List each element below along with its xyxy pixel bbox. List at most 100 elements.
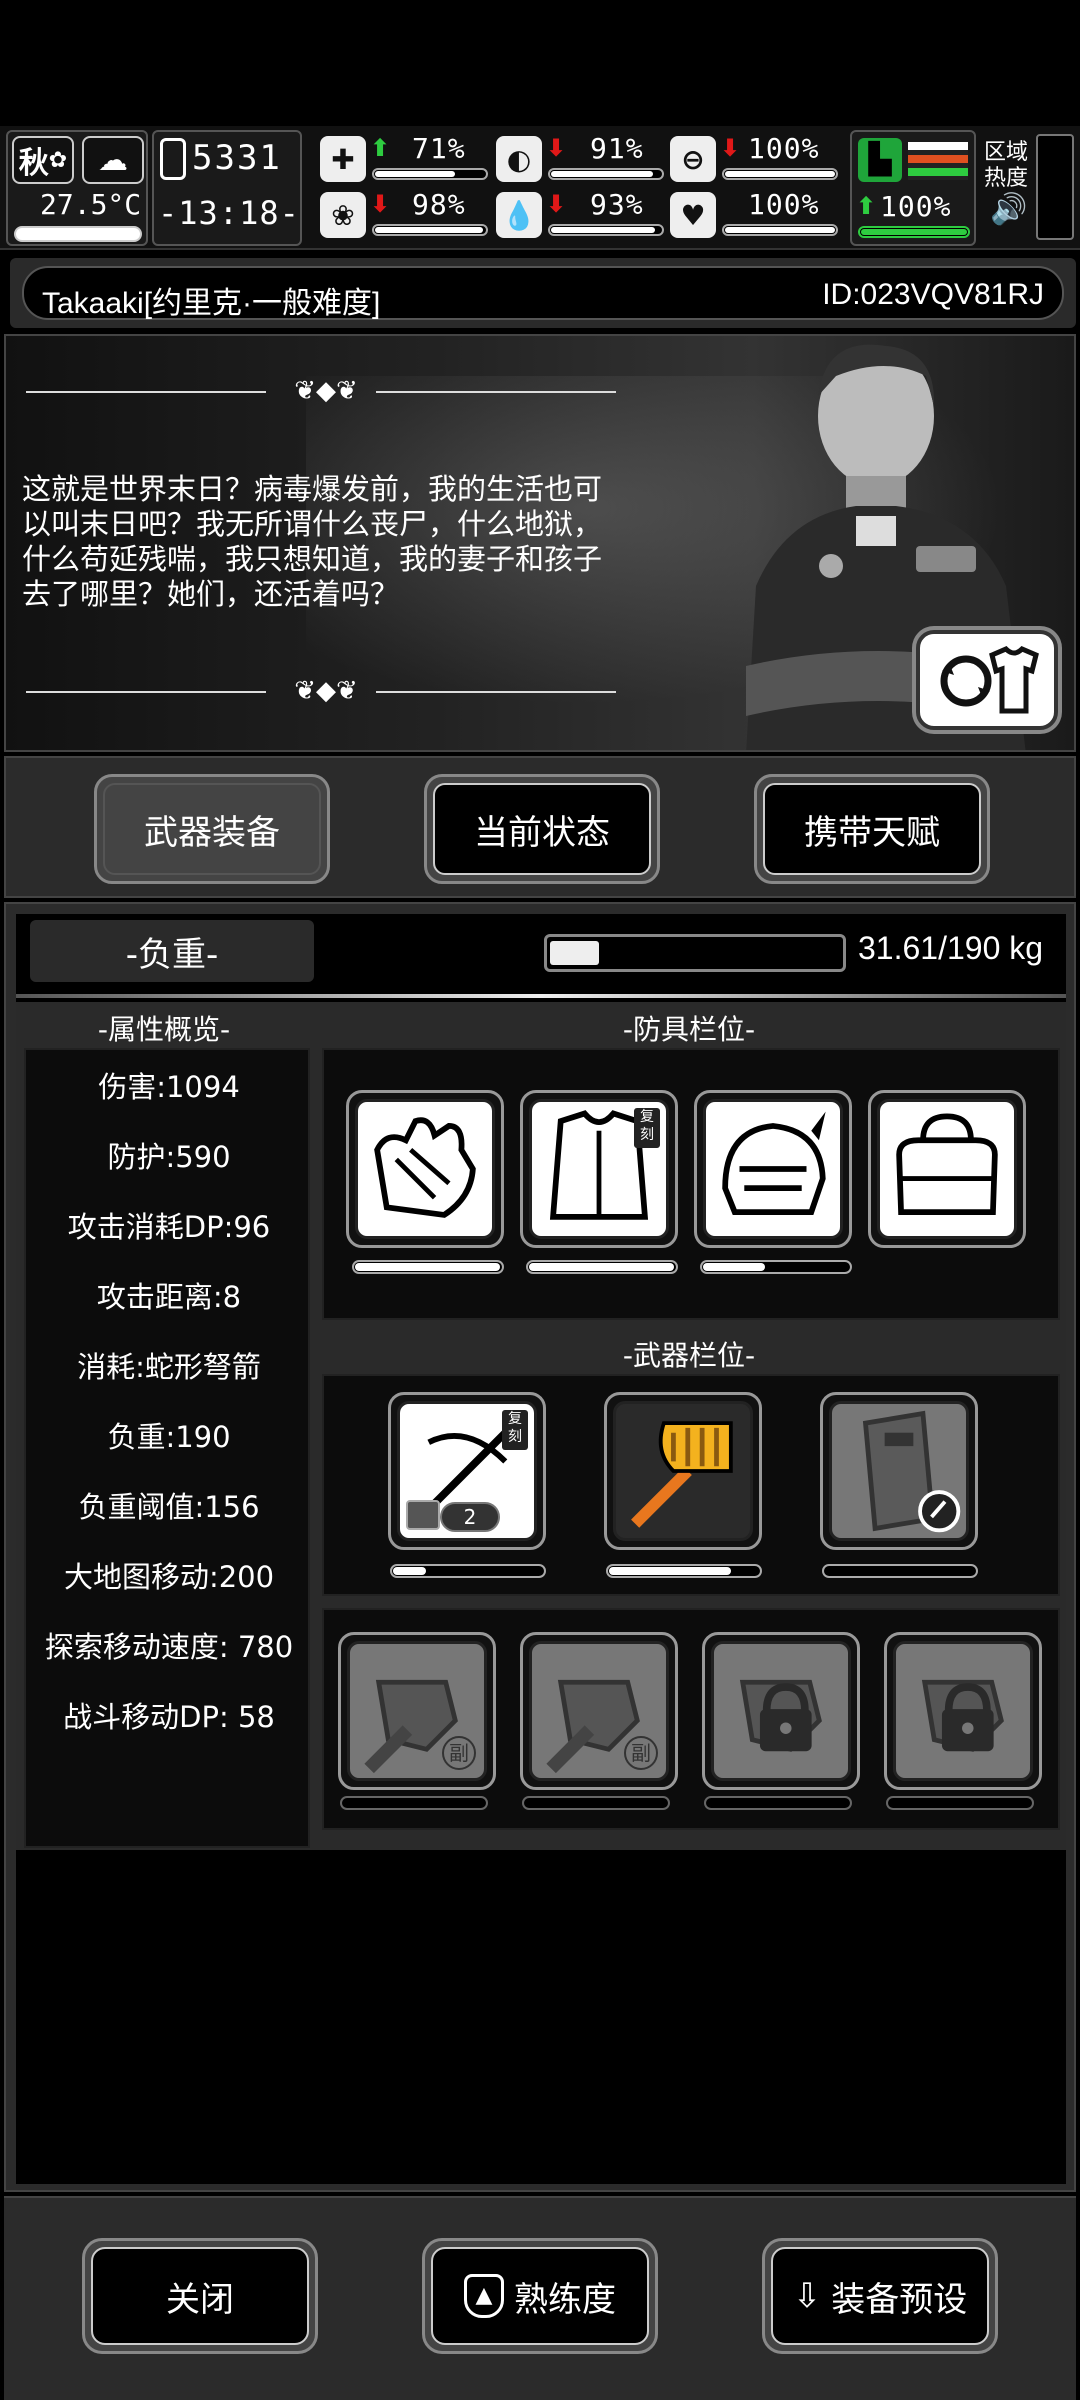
boot-icon: ▙ — [858, 138, 902, 182]
attr-defense: 防护:590 — [107, 1140, 231, 1174]
attr-damage: 伤害:1094 — [98, 1070, 240, 1104]
name-bar-inner: Takaaki[约里克·一般难度] ID:023VQV81RJ — [22, 266, 1064, 320]
armor-slot-bag[interactable] — [868, 1090, 1026, 1248]
attr-map-move: 大地图移动:200 — [63, 1560, 275, 1594]
energy-bar — [722, 168, 838, 180]
health-value: 71% — [412, 132, 466, 165]
attributes-heading: -属性概览- — [97, 1013, 231, 1046]
proficiency-button[interactable]: ▲ 熟练度 — [422, 2238, 658, 2354]
attr-load: 负重:190 — [107, 1420, 231, 1454]
sound-icon[interactable]: 🔊 — [990, 192, 1027, 227]
close-label: 关闭 — [166, 2279, 234, 2320]
character-story-text: 这就是世界末日？病毒爆发前，我的生活也可以叫末日吧？我无所谓什么丧尸，什么地狱，… — [22, 472, 603, 611]
lock-icon — [739, 1679, 822, 1752]
preset-label: 装备预设 — [831, 2279, 968, 2320]
tab-weapons[interactable]: 武器装备 — [94, 774, 330, 884]
gloves-icon — [374, 1117, 476, 1218]
ornament-icon: ❦◆❦ — [294, 376, 358, 406]
energy-value: 100% — [748, 132, 820, 165]
proficiency-icon: ▲ — [464, 2274, 504, 2318]
tab-label: 当前状态 — [433, 783, 651, 875]
locked-slot-2[interactable] — [884, 1632, 1042, 1790]
health-bar — [372, 168, 488, 180]
hunger-trend-down-icon: ⬇ — [546, 134, 567, 162]
stamina-stripes-icon — [908, 142, 968, 180]
gloves-durability-bar — [352, 1260, 504, 1274]
temperature: 27.5°C — [40, 188, 142, 221]
proficiency-label: 熟练度 — [514, 2279, 616, 2320]
ammo-count: 2 — [440, 1502, 500, 1532]
secondary-slot-2[interactable]: 副 — [520, 1632, 678, 1790]
attr-attack-cost: 攻击消耗DP:96 — [67, 1210, 271, 1244]
weapon-slots: 复刻 2 — [322, 1374, 1060, 1596]
equipment-preset-button[interactable]: ⇩ 装备预设 — [762, 2238, 998, 2354]
leaf-icon: ✿ — [48, 147, 68, 173]
helmet-icon — [722, 1111, 826, 1215]
attr-explore-speed: 探索移动速度: 780 — [44, 1630, 294, 1664]
season-badge: 秋 ✿ — [12, 136, 74, 184]
change-outfit-button[interactable] — [916, 630, 1058, 730]
shield-durability-bar — [822, 1564, 978, 1578]
season-label: 秋 — [18, 146, 49, 181]
ornament-icon: ❦◆❦ — [294, 676, 358, 706]
brain-icon: ❀ — [320, 192, 366, 238]
weapon-slot-hammer[interactable] — [604, 1392, 762, 1550]
load-title: -负重- — [30, 920, 314, 982]
locked-slot-2-bar — [886, 1796, 1034, 1810]
medkit-icon: ✚ — [320, 136, 366, 182]
character-name-bar: Takaaki[约里克·一般难度] ID:023VQV81RJ — [10, 258, 1076, 328]
secondary-slot-1[interactable]: 副 — [338, 1632, 496, 1790]
armor-slot-coat[interactable]: 复刻 — [520, 1090, 678, 1248]
equipment-panel: -负重- 31.61/190 kg -属性概览- 伤害:1094 防护:590 … — [4, 902, 1076, 2192]
bottom-action-bar: 关闭 ▲ 熟练度 ⇩ 装备预设 — [4, 2196, 1076, 2400]
tab-bar: 武器装备 当前状态 携带天赋 — [4, 756, 1076, 898]
thirst-trend-down-icon: ⬇ — [546, 190, 567, 218]
hammer-durability-bar — [606, 1564, 762, 1578]
locked-slot-1-bar — [704, 1796, 852, 1810]
change-outfit-icon — [940, 646, 1039, 714]
energy-trend-down-icon: ⬇ — [720, 134, 741, 162]
armor-slot-helmet[interactable] — [694, 1090, 852, 1248]
load-divider — [16, 994, 1066, 998]
replica-tag: 复刻 — [502, 1410, 528, 1450]
character-id: ID:023VQV81RJ — [822, 278, 1044, 311]
time-panel: 5331 -13:18- — [152, 130, 302, 246]
hunger-bar — [548, 168, 664, 180]
secondary-slot-1-bar — [340, 1796, 488, 1810]
secondary-badge: 副 — [624, 1736, 658, 1770]
tab-label: 武器装备 — [103, 783, 321, 875]
clock: -13:18- — [158, 194, 300, 232]
top-divider: ❦◆❦ — [26, 372, 616, 412]
crossbow-durability-bar — [390, 1564, 546, 1578]
close-button[interactable]: 关闭 — [82, 2238, 318, 2354]
load-value: 31.61/190 kg — [858, 930, 1044, 966]
tab-status[interactable]: 当前状态 — [424, 774, 660, 884]
coat-durability-bar — [526, 1260, 678, 1274]
heart-icon: ♥ — [670, 192, 716, 238]
thirst-bar — [548, 224, 664, 236]
bag-icon — [896, 1113, 998, 1215]
weapons-heading: -武器栏位- — [622, 1339, 756, 1372]
mood-trend-down-icon: ⬇ — [370, 190, 391, 218]
golden-hammer-icon — [616, 1404, 750, 1538]
water-drop-icon: 💧 — [496, 192, 542, 238]
preset-icon: ⇩ — [792, 2276, 822, 2316]
helmet-durability-bar — [700, 1260, 852, 1274]
secondary-slot-2-bar — [522, 1796, 670, 1810]
weapon-slot-shield[interactable] — [820, 1392, 978, 1550]
thermometer-icon — [14, 226, 142, 242]
locked-slot-1[interactable] — [702, 1632, 860, 1790]
secondary-slots: 副 副 — [322, 1608, 1060, 1830]
status-bar: 秋 ✿ ☁ 27.5°C 5331 -13:18- ✚ ⬆ 71% ◐ ⬇ 91%… — [0, 126, 1080, 250]
attr-load-threshold: 负重阈值:156 — [78, 1490, 260, 1524]
tab-talents[interactable]: 携带天赋 — [754, 774, 990, 884]
armor-slot-gloves[interactable] — [346, 1090, 504, 1248]
mood-bar — [372, 224, 488, 236]
region-heat-meter — [1036, 134, 1074, 240]
day-counter: 5331 — [192, 138, 282, 178]
armor-heading: -防具栏位- — [622, 1013, 756, 1046]
heart-bar — [722, 224, 838, 236]
day-marker-icon — [160, 138, 186, 180]
weapon-slot-crossbow[interactable]: 复刻 2 — [388, 1392, 546, 1550]
tab-label: 携带天赋 — [763, 783, 981, 875]
